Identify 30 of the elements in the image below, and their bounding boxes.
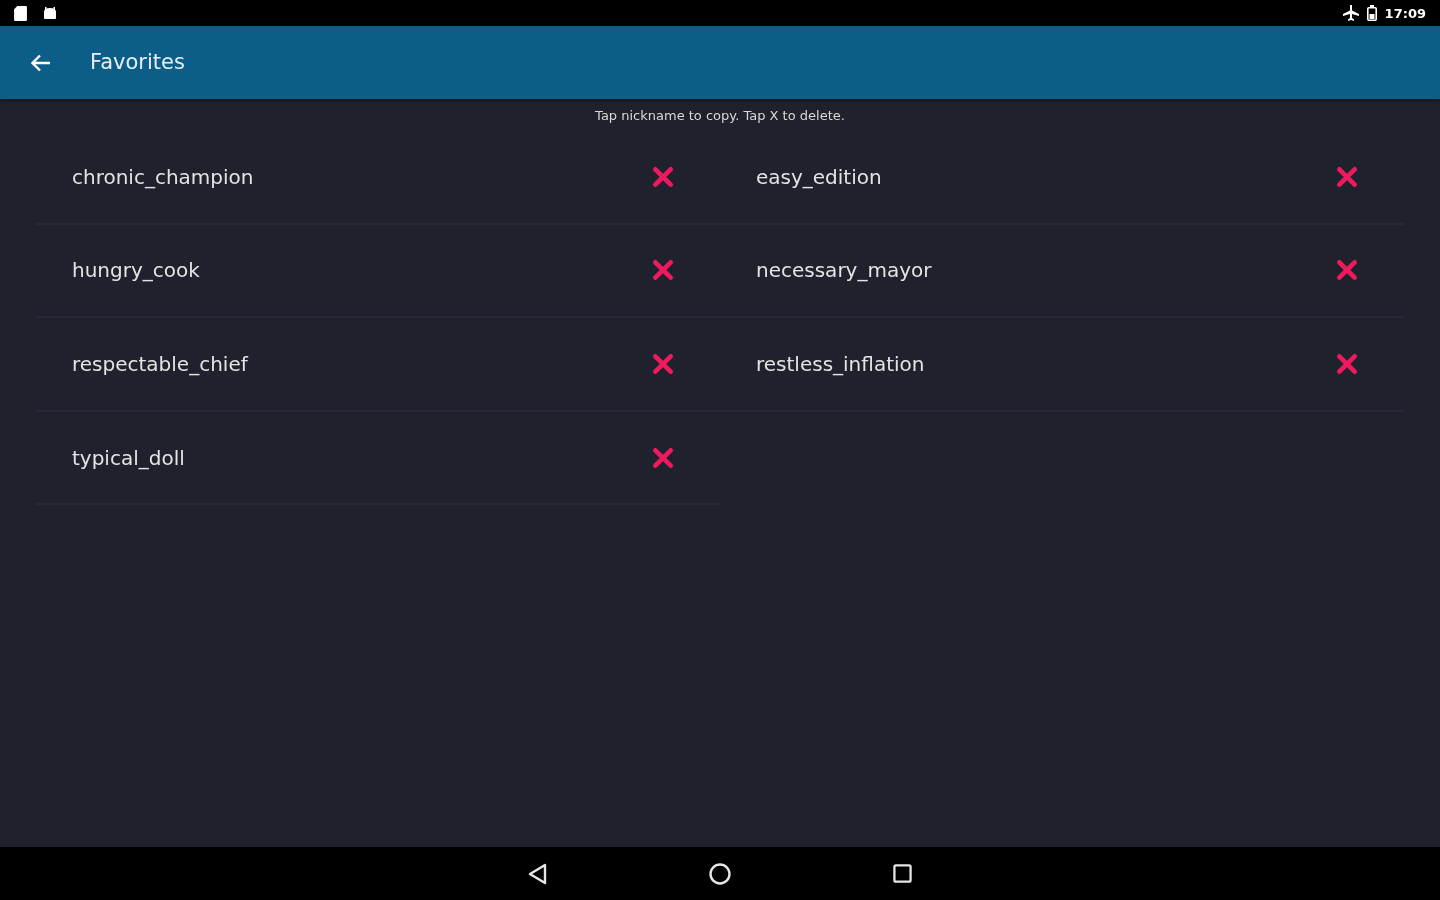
delete-button[interactable]	[650, 351, 676, 377]
battery-icon	[1366, 5, 1377, 21]
triangle-back-icon	[528, 862, 548, 885]
nickname-item[interactable]: restless_inflation	[756, 354, 925, 374]
close-icon	[1336, 259, 1358, 282]
nickname-item[interactable]: typical_doll	[72, 447, 185, 468]
square-recents-icon	[892, 864, 912, 883]
nickname-item[interactable]: hungry_cook	[72, 260, 200, 281]
nav-home-button[interactable]	[709, 862, 731, 885]
delete-button[interactable]	[1334, 351, 1360, 377]
airplane-icon	[1342, 5, 1359, 21]
close-icon	[652, 353, 674, 375]
screen-title: Favorites	[90, 52, 185, 73]
nav-back-button[interactable]	[527, 862, 549, 885]
close-icon	[1336, 165, 1358, 188]
nickname-item[interactable]: respectable_chief	[72, 354, 248, 374]
close-icon	[652, 446, 674, 469]
nav-recents-button[interactable]	[891, 862, 913, 885]
close-icon	[652, 165, 674, 188]
sd-card-icon	[14, 5, 27, 21]
close-icon	[652, 259, 674, 282]
nickname-item[interactable]: chronic_champion	[72, 166, 254, 187]
robot-head-icon	[43, 6, 57, 20]
nickname-item[interactable]: necessary_mayor	[756, 260, 932, 281]
hint-text: Tap nickname to copy. Tap X to delete.	[595, 108, 845, 122]
back-arrow-icon	[31, 53, 51, 72]
circle-home-icon	[709, 862, 731, 885]
close-icon	[1336, 353, 1358, 375]
status-time: 17:09	[1384, 6, 1426, 20]
nickname-item[interactable]: easy_edition	[756, 166, 882, 187]
